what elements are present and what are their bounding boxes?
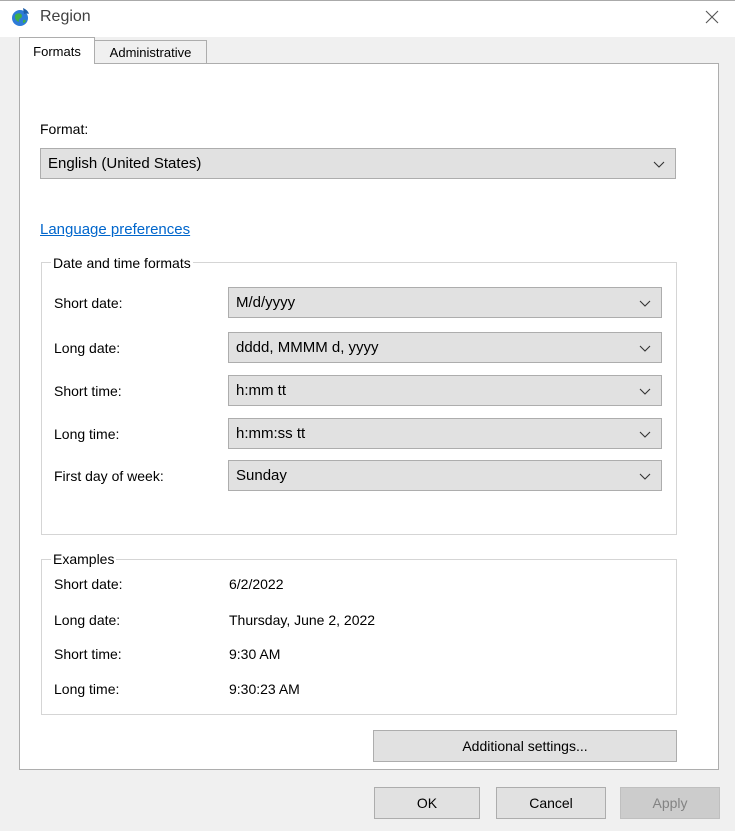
example-short-date-label: Short date:	[54, 576, 123, 592]
first-day-of-week-label: First day of week:	[54, 468, 164, 484]
chevron-down-icon	[639, 473, 651, 480]
close-icon	[705, 10, 719, 24]
example-long-date-value: Thursday, June 2, 2022	[229, 612, 376, 628]
short-date-select[interactable]: M/d/yyyy	[228, 287, 662, 318]
tab-formats[interactable]: Formats	[19, 37, 95, 64]
close-button[interactable]	[689, 1, 735, 33]
formats-panel: Format: English (United States) Language…	[19, 63, 719, 770]
long-time-format-value: h:mm:ss tt	[236, 425, 306, 442]
example-long-date-label: Long date:	[54, 612, 121, 628]
example-short-date-value: 6/2/2022	[229, 576, 284, 592]
short-date-format-value: M/d/yyyy	[236, 294, 296, 311]
chevron-down-icon	[639, 431, 651, 438]
format-select[interactable]: English (United States)	[40, 148, 676, 179]
example-short-time-label: Short time:	[54, 646, 122, 662]
language-preferences-link[interactable]: Language preferences	[40, 221, 190, 238]
first-day-of-week-value: Sunday	[236, 467, 287, 484]
apply-button[interactable]: Apply	[620, 787, 720, 819]
chevron-down-icon	[653, 161, 665, 168]
example-short-time-value: 9:30 AM	[229, 646, 281, 662]
example-long-time-value: 9:30:23 AM	[229, 681, 300, 697]
format-label: Format:	[40, 121, 89, 137]
globe-icon	[11, 7, 31, 27]
long-date-format-value: dddd, MMMM d, yyyy	[236, 339, 379, 356]
region-dialog: Region Formats Administrative Format: En…	[0, 0, 735, 831]
chevron-down-icon	[639, 345, 651, 352]
chevron-down-icon	[639, 300, 651, 307]
cancel-button[interactable]: Cancel	[496, 787, 606, 819]
first-day-of-week-select[interactable]: Sunday	[228, 460, 662, 491]
ok-button[interactable]: OK	[374, 787, 480, 819]
title-bar: Region	[0, 1, 735, 37]
short-time-select[interactable]: h:mm tt	[228, 375, 662, 406]
format-value: English (United States)	[48, 155, 202, 172]
long-time-label: Long time:	[54, 426, 120, 442]
short-date-label: Short date:	[54, 295, 123, 311]
tab-administrative[interactable]: Administrative	[95, 40, 207, 64]
long-time-select[interactable]: h:mm:ss tt	[228, 418, 662, 449]
examples-group	[41, 559, 677, 715]
date-time-formats-title: Date and time formats	[51, 255, 193, 271]
examples-title: Examples	[51, 551, 117, 567]
additional-settings-button[interactable]: Additional settings...	[373, 730, 677, 762]
short-time-format-value: h:mm tt	[236, 382, 287, 399]
long-date-label: Long date:	[54, 340, 121, 356]
chevron-down-icon	[639, 388, 651, 395]
short-time-label: Short time:	[54, 383, 122, 399]
example-long-time-label: Long time:	[54, 681, 120, 697]
window-title: Region	[40, 8, 91, 25]
long-date-select[interactable]: dddd, MMMM d, yyyy	[228, 332, 662, 363]
